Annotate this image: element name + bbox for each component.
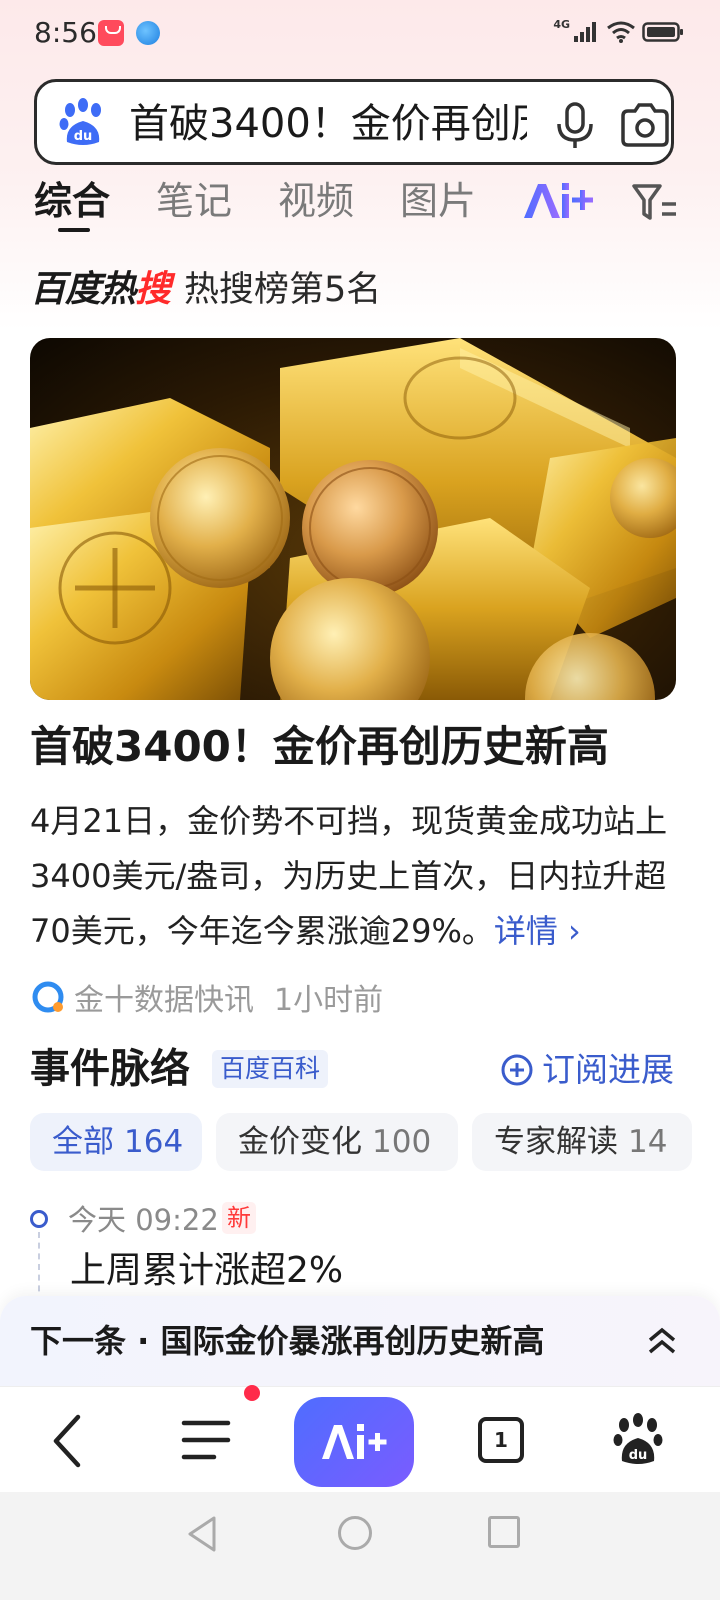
active-tab-indicator	[58, 228, 90, 232]
search-query-text[interactable]: 首破3400！金价再创历史新高	[129, 98, 527, 150]
tab-images[interactable]: 图片	[400, 176, 476, 226]
tab-all[interactable]: 综合	[34, 176, 110, 226]
network-type-label: 4G	[553, 17, 570, 31]
tab-count-button[interactable]: 1	[478, 1417, 524, 1463]
detail-link[interactable]: 详情 ›	[494, 912, 581, 950]
svg-text:du: du	[74, 129, 93, 144]
notification-dot	[244, 1385, 260, 1401]
status-time: 8:56	[34, 16, 97, 49]
menu-icon[interactable]	[180, 1417, 232, 1463]
baidu-hot-search-logo: 百度热搜	[30, 269, 171, 310]
filter-icon[interactable]	[630, 180, 680, 224]
system-navigation-bar	[0, 1492, 720, 1600]
subscribe-progress-button[interactable]: 订阅进展	[500, 1048, 674, 1092]
gold-bars-illustration	[30, 338, 676, 700]
next-article-text: 下一条 · 国际金价暴涨再创历史新高	[30, 1322, 545, 1360]
svg-text:du: du	[629, 1448, 648, 1463]
timeline-line	[38, 1232, 40, 1302]
ai-plus-icon	[322, 1424, 387, 1459]
timeline-entry-time: 今天 09:22	[68, 1203, 219, 1237]
search-tabs: 综合 笔记 视频 图片	[34, 176, 686, 236]
filter-chip-expert-analysis[interactable]: 专家解读 14	[472, 1113, 692, 1171]
timeline-dot	[30, 1210, 48, 1228]
chip-count: 164	[124, 1124, 184, 1160]
signal-icon	[574, 22, 596, 42]
hot-search-row[interactable]: 百度热搜 热搜榜第5名	[30, 262, 381, 310]
ai-assistant-button[interactable]	[294, 1397, 414, 1487]
chip-label: 金价变化	[238, 1124, 362, 1160]
plus-circle-icon	[501, 1054, 533, 1086]
baidu-home-icon[interactable]: du	[612, 1411, 664, 1467]
news-time-ago: 1小时前	[274, 983, 384, 1018]
chip-count: 100	[372, 1124, 432, 1160]
filter-chip-all[interactable]: 全部 164	[30, 1113, 202, 1171]
baike-badge[interactable]: 百度百科	[212, 1050, 329, 1088]
news-summary: 4月21日，金价势不可挡，现货黄金成功站上3400美元/盎司，为历史上首次，日内…	[30, 794, 670, 959]
system-back-icon[interactable]	[184, 1514, 220, 1554]
system-home-icon[interactable]	[338, 1516, 372, 1550]
battery-icon	[642, 22, 683, 42]
timeline-filter-chips: 全部 164 金价变化 100 专家解读 14	[30, 1113, 720, 1171]
timeline-entry-text[interactable]: 上周累计涨超2%	[70, 1248, 343, 1294]
tab-ai-plus-icon[interactable]	[520, 178, 600, 224]
new-badge: 新	[222, 1202, 256, 1234]
news-cover-image[interactable]	[30, 338, 676, 700]
search-bar[interactable]: du 首破3400！金价再创历史新高	[34, 79, 674, 165]
tab-notes[interactable]: 笔记	[156, 176, 232, 226]
jin10-source-icon	[32, 981, 64, 1013]
filter-chip-price-change[interactable]: 金价变化 100	[216, 1113, 458, 1171]
chip-label: 专家解读	[494, 1124, 618, 1160]
camera-icon[interactable]	[619, 100, 671, 150]
news-source-name[interactable]: 金十数据快讯	[74, 975, 254, 1019]
shopping-app-icon	[98, 20, 124, 46]
browser-app-icon	[136, 21, 160, 45]
status-indicators: 4G	[553, 17, 684, 44]
double-chevron-up-icon[interactable]	[644, 1322, 680, 1358]
tab-videos[interactable]: 视频	[278, 176, 354, 226]
status-bar: 8:56 4G	[0, 0, 720, 68]
hot-search-rank: 热搜榜第5名	[184, 269, 382, 310]
microphone-icon[interactable]	[553, 100, 597, 150]
news-title[interactable]: 首破3400！金价再创历史新高	[30, 720, 609, 774]
bottom-toolbar: 1 du	[0, 1385, 720, 1492]
chip-label: 全部	[52, 1124, 114, 1160]
wifi-icon	[607, 21, 635, 43]
system-recents-icon[interactable]	[488, 1516, 520, 1548]
news-source-row: 金十数据快讯 1小时前	[30, 975, 383, 1019]
baidu-paw-logo-icon: du	[59, 98, 101, 145]
timeline-title: 事件脉络	[30, 1046, 190, 1092]
back-arrow-icon[interactable]	[44, 1411, 92, 1471]
event-timeline-header: 事件脉络 百度百科 订阅进展	[30, 1042, 680, 1098]
subscribe-label: 订阅进展	[542, 1050, 674, 1089]
chip-count: 14	[628, 1124, 668, 1160]
next-article-bar[interactable]: 下一条 · 国际金价暴涨再创历史新高	[0, 1296, 720, 1386]
